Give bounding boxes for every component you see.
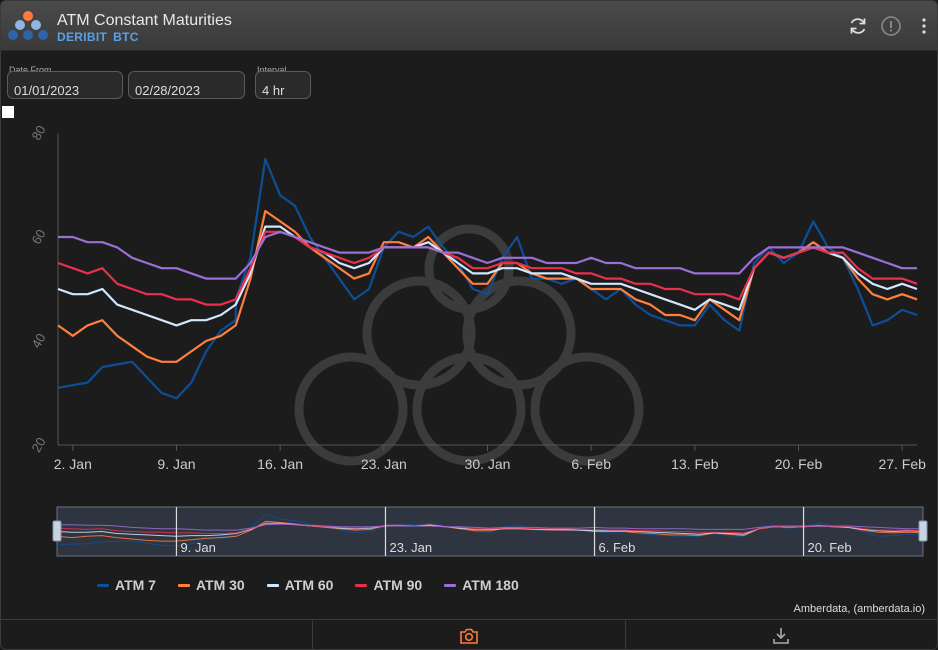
footer-spacer xyxy=(1,620,314,649)
navigator-tick-label: 6. Feb xyxy=(599,540,636,555)
x-tick-label: 20. Feb xyxy=(775,456,823,472)
download-icon xyxy=(773,628,790,644)
x-tick-label: 27. Feb xyxy=(878,456,926,472)
legend-swatch xyxy=(355,583,368,587)
navigator-right-handle[interactable] xyxy=(918,520,928,542)
x-tick-label: 2. Jan xyxy=(54,456,92,472)
chart-title: ATM Constant Maturities xyxy=(57,12,232,29)
navigator-tick-label: 9. Jan xyxy=(180,540,215,555)
legend-item-atm-60[interactable]: ATM 60 xyxy=(266,577,334,593)
y-tick-label: 80 xyxy=(28,123,48,143)
more-menu-icon[interactable] xyxy=(913,15,935,37)
screenshot-button[interactable] xyxy=(313,620,626,649)
legend-label: ATM 180 xyxy=(462,577,519,593)
x-tick-label: 23. Jan xyxy=(361,456,407,472)
legend-swatch xyxy=(444,583,457,587)
navigator-left-handle[interactable] xyxy=(52,520,62,542)
refresh-icon[interactable] xyxy=(847,15,869,37)
exchange-label: DERIBIT xyxy=(57,30,108,44)
x-tick-label: 13. Feb xyxy=(671,456,719,472)
chart-panel: ATM Constant Maturities DERIBIT BTC Date … xyxy=(0,0,938,650)
chart-legend: ATM 7 ATM 30 ATM 60 ATM 90 ATM 180 xyxy=(97,577,541,593)
info-icon[interactable] xyxy=(880,15,902,37)
chart-subtitle: DERIBIT BTC xyxy=(57,30,145,44)
y-tick-label: 60 xyxy=(28,227,48,247)
x-tick-label: 6. Feb xyxy=(571,456,611,472)
legend-label: ATM 7 xyxy=(115,577,156,593)
x-tick-label: 30. Jan xyxy=(465,456,511,472)
legend-label: ATM 30 xyxy=(195,577,245,593)
download-button[interactable] xyxy=(626,620,937,649)
navigator-chart[interactable]: 9. Jan 23. Jan 6. Feb 20. Feb xyxy=(1,501,937,563)
legend-item-atm-90[interactable]: ATM 90 xyxy=(355,577,422,593)
legend-item-atm-180[interactable]: ATM 180 xyxy=(444,577,519,593)
interval-select[interactable]: 4 hr xyxy=(255,71,311,99)
amberdata-logo-icon xyxy=(8,11,48,40)
x-tick-label: 9. Jan xyxy=(157,456,195,472)
watermark-logo xyxy=(294,224,644,466)
main-line-chart: 80 60 40 20 2. Jan 9. Jan 16. Jan 23. Jan 30. Ja… xyxy=(28,123,926,472)
series-toggle-swatch[interactable] xyxy=(2,106,14,118)
legend-swatch xyxy=(266,583,279,587)
header-bar: ATM Constant Maturities DERIBIT BTC xyxy=(1,1,937,51)
legend-swatch xyxy=(177,583,190,587)
date-to-input[interactable]: 02/28/2023 xyxy=(128,71,245,99)
y-tick-label: 20 xyxy=(28,435,48,455)
y-tick-label: 40 xyxy=(28,331,48,351)
navigator-tick-label: 23. Jan xyxy=(389,540,432,555)
x-tick-label: 16. Jan xyxy=(257,456,303,472)
navigator-tick-label: 20. Feb xyxy=(808,540,852,555)
legend-item-atm-7[interactable]: ATM 7 xyxy=(97,577,156,593)
chart-credit: Amberdata, (amberdata.io) xyxy=(793,603,925,615)
series-line-atm-60[interactable] xyxy=(57,225,918,327)
legend-label: ATM 90 xyxy=(373,577,423,593)
date-from-input[interactable]: 01/01/2023 xyxy=(7,71,123,99)
camera-icon xyxy=(460,628,478,644)
asset-label: BTC xyxy=(113,30,139,44)
legend-label: ATM 60 xyxy=(284,577,334,593)
legend-item-atm-30[interactable]: ATM 30 xyxy=(177,577,245,593)
legend-swatch xyxy=(97,583,109,587)
footer-toolbar xyxy=(1,619,937,649)
